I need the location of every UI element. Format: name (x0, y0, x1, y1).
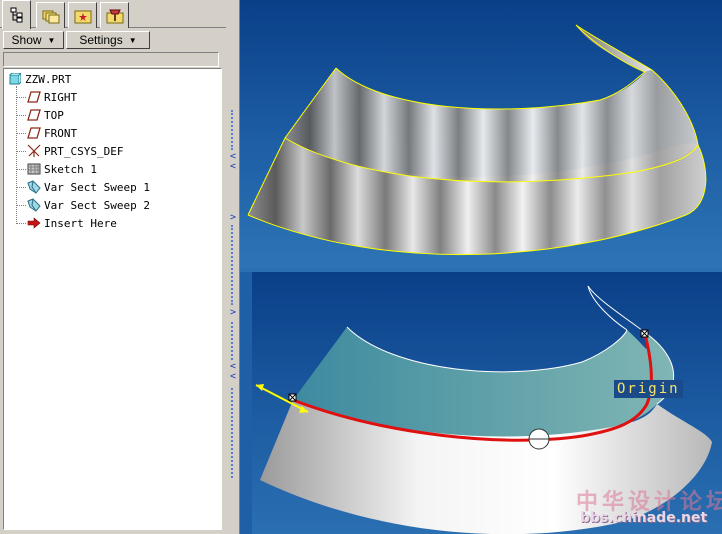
favorites-icon (74, 8, 92, 24)
tab-model-tree[interactable] (2, 0, 31, 29)
expand-right-icon[interactable]: > (230, 308, 236, 318)
model-tree: ZZW.PRT RIGHT TOP FRONT PRT_CSYS_DEF Ske… (3, 68, 222, 530)
navigator-panel: Show ▼ Settings ▼ ZZW.PRT RIGHT TOP FRON… (0, 0, 226, 534)
settings-button[interactable]: Settings ▼ (66, 31, 150, 49)
tree-item-right[interactable]: RIGHT (26, 89, 77, 105)
tree-item-label: FRONT (44, 126, 78, 140)
graphics-window-top[interactable] (240, 0, 722, 268)
tree-item-label: TOP (44, 108, 64, 122)
tree-connector (16, 86, 17, 224)
tree-item-label: Var Sect Sweep 2 (44, 198, 150, 212)
tree-item-csys[interactable]: PRT_CSYS_DEF (26, 143, 123, 159)
coordinate-system-icon (26, 144, 42, 158)
tree-connector (16, 97, 26, 98)
collapse-left-icon[interactable]: < (230, 162, 236, 172)
datum-plane-icon (26, 126, 42, 140)
datum-plane-icon (26, 90, 42, 104)
sweep-icon (26, 198, 42, 212)
tree-connector (16, 133, 26, 134)
tree-root-node[interactable]: ZZW.PRT (7, 71, 71, 87)
tree-item-front[interactable]: FRONT (26, 125, 77, 141)
proe-window: Show ▼ Settings ▼ ZZW.PRT RIGHT TOP FRON… (0, 0, 722, 534)
part-icon (7, 72, 23, 86)
tree-connector (16, 169, 26, 170)
tree-item-label: RIGHT (44, 90, 78, 104)
show-label: Show (11, 33, 42, 47)
model-tree-header (3, 52, 219, 67)
tree-connector (16, 205, 26, 206)
tree-item-insert-here[interactable]: Insert Here (26, 215, 117, 231)
tree-item-sketch[interactable]: Sketch 1 (26, 161, 97, 177)
folder-browser-icon (42, 8, 60, 24)
show-button[interactable]: Show ▼ (3, 31, 64, 49)
navigator-tabs (0, 0, 226, 29)
sketch-icon (26, 162, 42, 176)
tree-item-label: Sketch 1 (44, 162, 97, 176)
chevron-down-icon: ▼ (128, 35, 137, 45)
tree-connector (16, 187, 26, 188)
tree-item-top[interactable]: TOP (26, 107, 64, 123)
model-tree-toolbar: Show ▼ Settings ▼ (0, 29, 226, 51)
splitter-grip (231, 225, 235, 305)
tree-connector (16, 115, 26, 116)
expand-right-icon[interactable]: > (230, 213, 236, 223)
tab-folder-browser[interactable] (36, 2, 65, 28)
watermark: 中华设计论坛 bbs.chinade.net (572, 484, 722, 528)
model-tree-icon (9, 7, 25, 23)
tree-item-label: Insert Here (44, 216, 117, 230)
viewport-left-margin (240, 272, 252, 534)
sweep-icon (26, 180, 42, 194)
tree-root-label: ZZW.PRT (25, 72, 72, 86)
splitter-grip (231, 110, 235, 150)
connections-icon (106, 8, 124, 24)
origin-label[interactable]: Origin (614, 380, 683, 398)
collapse-left-icon[interactable]: < (230, 372, 236, 382)
settings-label: Settings (79, 33, 123, 47)
tab-connections[interactable] (100, 2, 129, 28)
tree-item-sweep-2[interactable]: Var Sect Sweep 2 (26, 197, 150, 213)
tree-connector (16, 151, 26, 152)
panel-splitter[interactable]: < < > > < < (226, 0, 240, 534)
insert-here-arrow-icon (26, 216, 42, 230)
splitter-grip (231, 388, 235, 478)
chevron-down-icon: ▼ (47, 35, 56, 45)
swept-surface-shaded (247, 24, 707, 256)
tab-favorites[interactable] (68, 2, 97, 28)
tree-item-label: PRT_CSYS_DEF (44, 144, 124, 158)
splitter-grip (231, 322, 235, 360)
tree-connector (16, 223, 26, 224)
datum-plane-icon (26, 108, 42, 122)
tree-item-label: Var Sect Sweep 1 (44, 180, 150, 194)
tree-item-sweep-1[interactable]: Var Sect Sweep 1 (26, 179, 150, 195)
watermark-url: bbs.chinade.net (580, 510, 708, 526)
